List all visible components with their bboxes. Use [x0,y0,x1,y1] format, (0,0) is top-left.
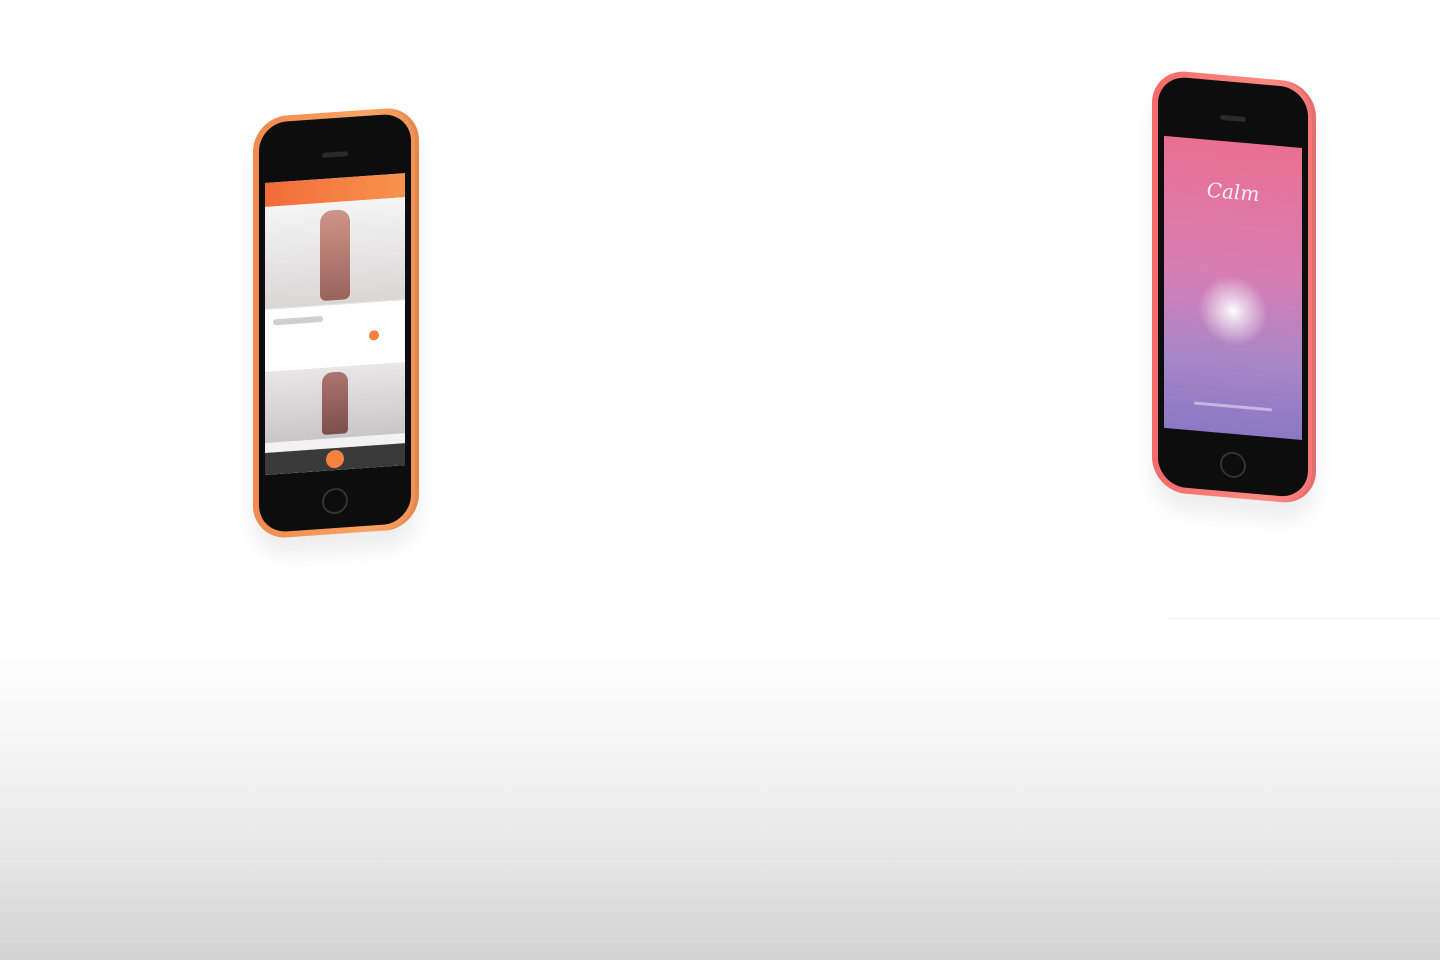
info-card [265,299,405,373]
app-title: Calm [1206,177,1260,207]
photo-card-second [265,363,405,443]
photo-card [265,197,405,309]
tab-center-button-icon [326,449,344,469]
speaker-icon [322,151,348,158]
right-phone-bezel: Calm [1158,75,1308,499]
floor-divider [1170,618,1440,619]
person-figure [320,209,350,302]
info-card-text [273,315,323,326]
speaker-icon [1220,114,1246,123]
person-figure-second [322,371,348,435]
tab-bar [265,443,405,475]
product-showcase: Calm [0,0,1440,960]
accent-dot-icon [369,329,379,341]
glow-orb-icon [1198,272,1268,349]
right-phone: Calm [1152,68,1316,506]
home-button-icon [322,487,348,515]
right-phone-screen: Calm [1164,135,1302,440]
left-phone [253,106,419,540]
screen-footer-bar [1194,401,1272,412]
home-button-icon [1220,450,1246,480]
left-phone-screen [265,173,405,475]
left-phone-bezel [259,112,411,534]
